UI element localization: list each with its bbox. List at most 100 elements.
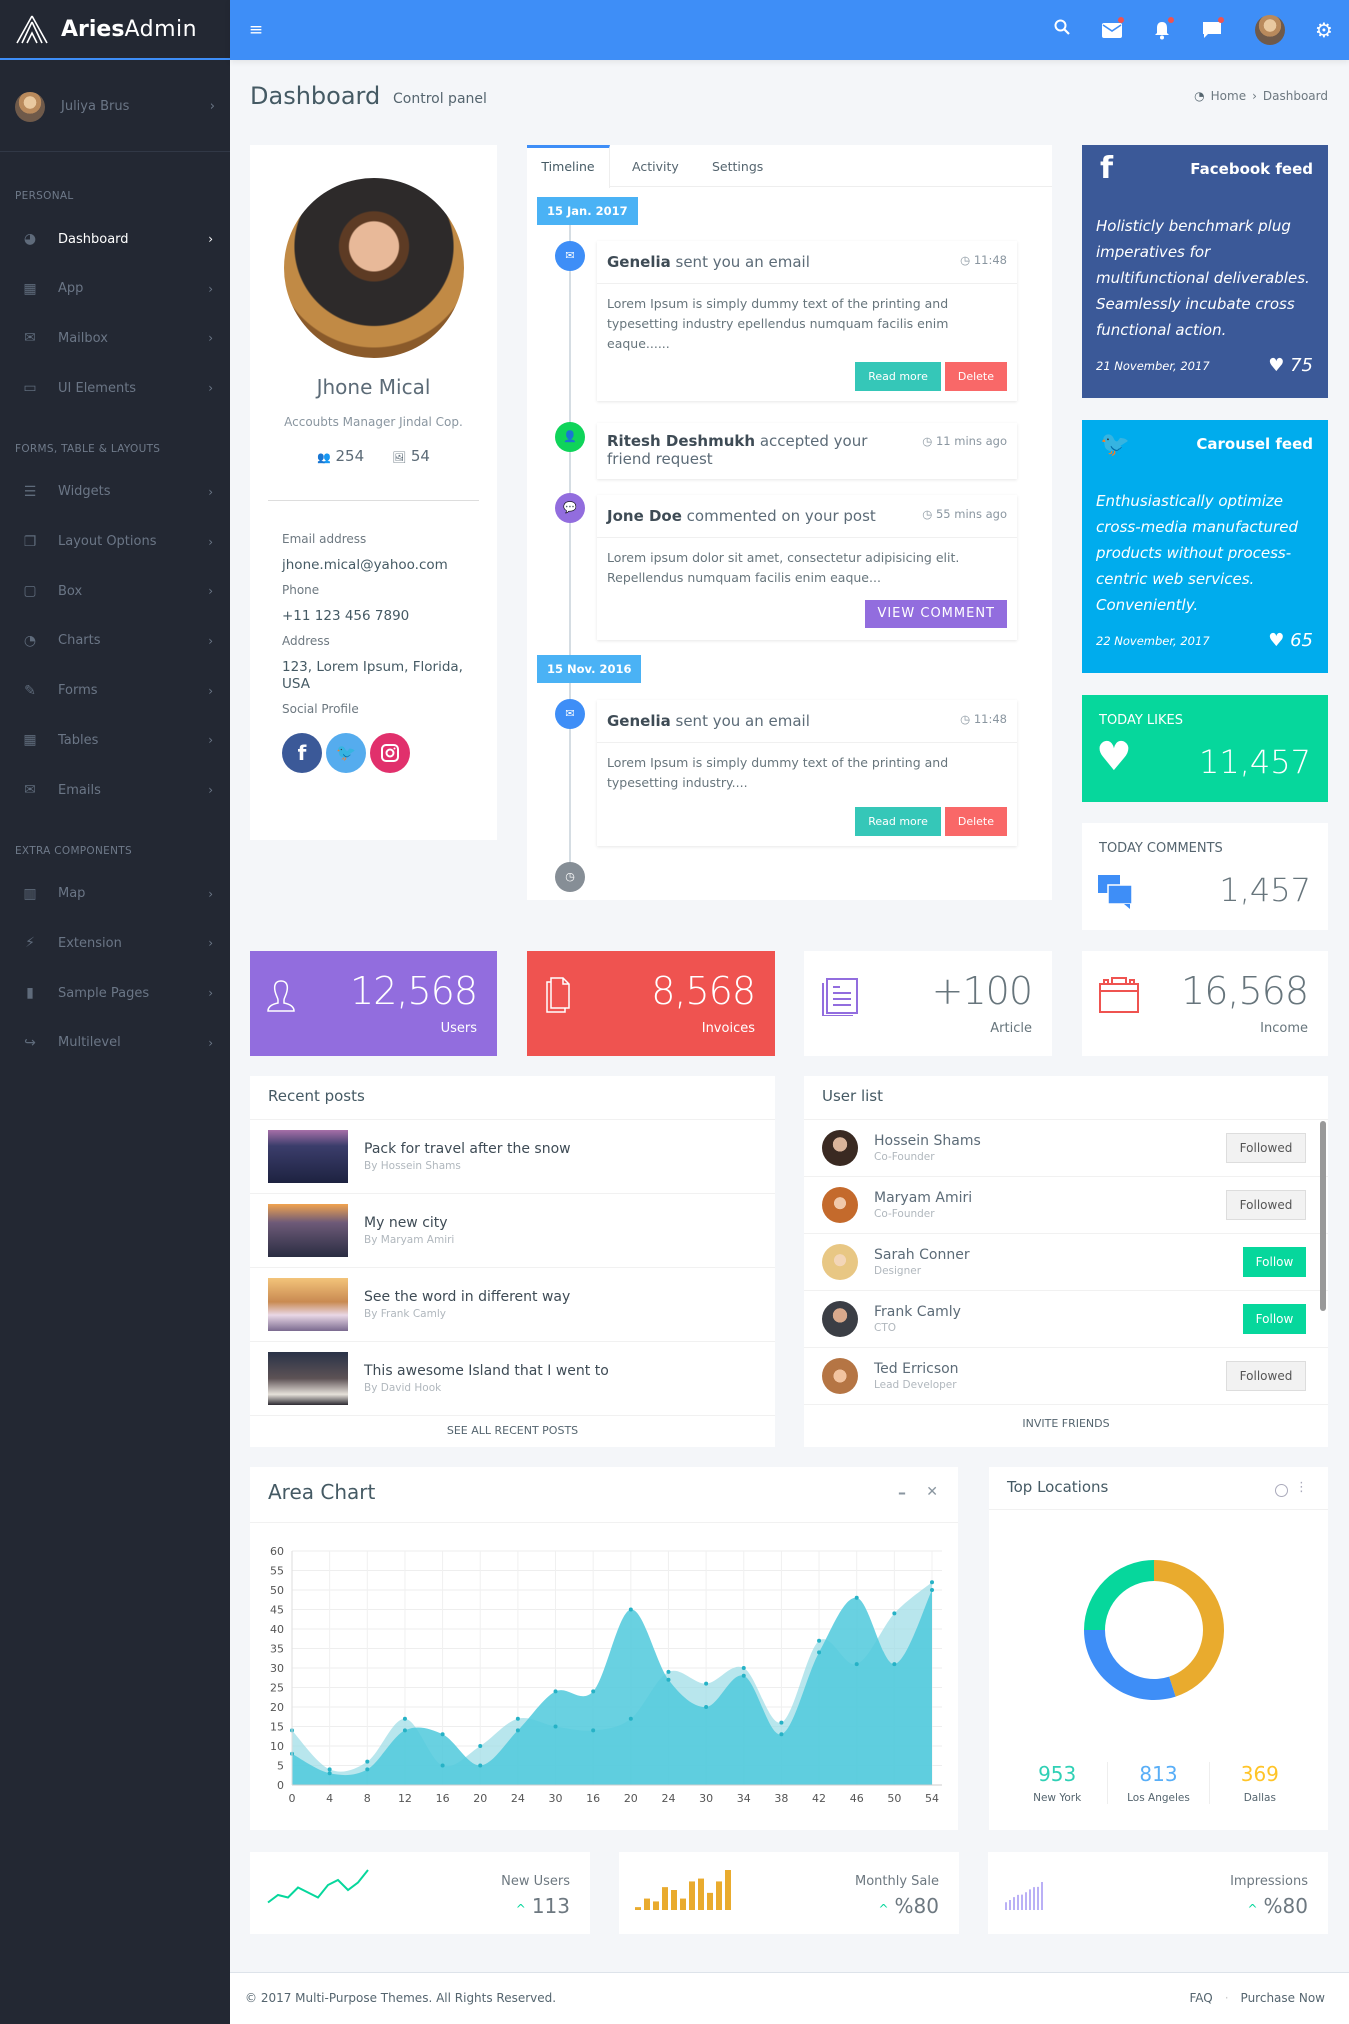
spark-bar <box>725 1870 731 1910</box>
user-list-item: Ted Erricson Lead Developer Followed <box>804 1348 1328 1404</box>
recent-post-item[interactable]: Pack for travel after the snow By Hossein… <box>250 1120 775 1194</box>
user-name[interactable]: Hossein Shams <box>874 1133 1226 1149</box>
view-comment-button[interactable]: VIEW COMMENT <box>865 600 1007 628</box>
tab-activity[interactable]: Activity <box>632 148 679 186</box>
sidebar-item-app[interactable]: ▦ App › <box>0 269 230 309</box>
sidebar-section-title: EXTRA COMPONENTS <box>15 844 132 857</box>
data-point <box>365 1767 370 1772</box>
stat-label: Invoices <box>701 1021 755 1036</box>
see-all-posts-link[interactable]: SEE ALL RECENT POSTS <box>250 1416 775 1446</box>
sidebar-item-ui-elements[interactable]: ▭ UI Elements › <box>0 368 230 408</box>
envelope-icon: ✉ <box>24 330 36 347</box>
recent-post-item[interactable]: My new city By Maryam Amiri <box>250 1194 775 1268</box>
more-vertical-icon[interactable]: ⋮ <box>1295 1480 1308 1495</box>
sidebar-item-multilevel[interactable]: ↪ Multilevel › <box>0 1023 230 1063</box>
sidebar-item-mailbox[interactable]: ✉ Mailbox › <box>0 318 230 358</box>
location-stat: 953 New York <box>1007 1762 1109 1804</box>
sidebar-item-box[interactable]: ▢ Box › <box>0 571 230 611</box>
spark-bar <box>671 1890 677 1910</box>
minimize-icon[interactable]: – <box>898 1483 906 1502</box>
stat-value: +100 <box>931 969 1033 1013</box>
user-role: Co-Founder <box>874 1208 935 1220</box>
sidebar-user[interactable]: Juliya Brus › <box>0 62 230 152</box>
location-stat: 369 Dallas <box>1210 1762 1310 1804</box>
refresh-icon[interactable] <box>1275 1484 1288 1497</box>
user-name[interactable]: Maryam Amiri <box>874 1190 1226 1206</box>
location-value: 369 <box>1240 1762 1279 1786</box>
read-more-button[interactable]: Read more <box>855 807 941 836</box>
stat-value: 12,568 <box>350 969 478 1013</box>
breadcrumb-home[interactable]: Home <box>1211 89 1246 103</box>
followed-button[interactable]: Followed <box>1226 1190 1306 1220</box>
read-more-button[interactable]: Read more <box>855 362 941 391</box>
data-point <box>779 1720 784 1725</box>
gear-icon[interactable]: ⚙ <box>1312 18 1336 42</box>
sidebar-item-widgets[interactable]: ☰ Widgets › <box>0 472 230 512</box>
sidebar-section-title: PERSONAL <box>15 190 74 202</box>
chevron-right-icon: › <box>208 986 213 1001</box>
sidebar-item-map[interactable]: ▥ Map › <box>0 874 230 914</box>
top-navbar: ≡ ⚙ <box>230 0 1349 60</box>
email-value[interactable]: jhone.mical@yahoo.com <box>282 557 472 574</box>
search-icon[interactable] <box>1050 18 1074 42</box>
followed-button[interactable]: Followed <box>1226 1133 1306 1163</box>
profile-photo <box>284 178 464 358</box>
user-name[interactable]: Sarah Conner <box>874 1247 1243 1263</box>
chat-icon[interactable] <box>1200 17 1224 42</box>
close-icon[interactable]: ✕ <box>926 1484 938 1500</box>
spark-bar <box>698 1878 704 1910</box>
data-point <box>402 1728 407 1733</box>
user-role: Lead Developer <box>874 1379 957 1391</box>
sidebar-item-charts[interactable]: ◔ Charts › <box>0 621 230 661</box>
brand-logo[interactable]: Aries Admin <box>0 0 230 60</box>
tab-timeline[interactable]: Timeline <box>527 145 610 188</box>
stat-label: Article <box>990 1021 1032 1036</box>
article-stat-card: +100 Article <box>804 951 1052 1056</box>
topbar-avatar[interactable] <box>1255 15 1285 45</box>
delete-button[interactable]: Delete <box>944 362 1007 391</box>
purchase-now-link[interactable]: Purchase Now <box>1241 1991 1325 2005</box>
timeline-item-time: ◷ 11 mins ago <box>922 434 1007 448</box>
user-name[interactable]: Frank Camly <box>874 1304 1243 1320</box>
instagram-icon[interactable] <box>370 732 410 773</box>
spark-bar <box>680 1898 686 1910</box>
sidebar-section-title: FORMS, TABLE & LAYOUTS <box>15 442 161 455</box>
faq-link[interactable]: FAQ <box>1189 1991 1212 2005</box>
sidebar-item-emails[interactable]: ✉ Emails › <box>0 770 230 810</box>
article-icon <box>822 978 858 1016</box>
brand-bold: Aries <box>61 16 125 42</box>
location-label: New York <box>1033 1792 1082 1804</box>
x-tick-label: 46 <box>850 1792 864 1805</box>
timeline-item-body: Lorem Ipsum is simply dummy text of the … <box>607 755 949 790</box>
facebook-icon[interactable]: f <box>282 732 322 773</box>
post-title[interactable]: Pack for travel after the snow <box>364 1141 571 1157</box>
hamburger-menu-icon[interactable]: ≡ <box>244 18 268 42</box>
post-title[interactable]: This awesome Island that I went to <box>364 1363 609 1379</box>
recent-post-item[interactable]: See the word in different way By Frank Ca… <box>250 1268 775 1342</box>
timeline-date-badge: 15 Nov. 2016 <box>537 655 642 683</box>
mail-icon[interactable] <box>1100 17 1124 42</box>
sidebar-item-dashboard[interactable]: ◕ Dashboard › <box>0 219 230 259</box>
post-title[interactable]: My new city <box>364 1215 454 1231</box>
data-point <box>704 1705 709 1709</box>
user-name[interactable]: Ted Erricson <box>874 1361 1226 1377</box>
delete-button[interactable]: Delete <box>944 807 1007 836</box>
invite-friends-link[interactable]: INVITE FRIENDS <box>804 1405 1328 1443</box>
tab-settings[interactable]: Settings <box>712 148 763 186</box>
mini-stat-card: New Users ^ 113 <box>250 1852 590 1934</box>
twitter-icon[interactable]: 🐦 <box>326 732 366 773</box>
sidebar-item-layout-options[interactable]: ❐ Layout Options › <box>0 522 230 562</box>
sidebar-item-sample-pages[interactable]: ▮ Sample Pages › <box>0 973 230 1013</box>
follow-button[interactable]: Follow <box>1243 1304 1306 1334</box>
bars-icon: ☰ <box>23 483 37 500</box>
sidebar-item-extension[interactable]: ⚡ Extension › <box>0 923 230 963</box>
post-title[interactable]: See the word in different way <box>364 1289 570 1305</box>
scrollbar[interactable] <box>1320 1121 1326 1311</box>
follow-button[interactable]: Follow <box>1243 1247 1306 1277</box>
recent-post-item[interactable]: This awesome Island that I went to By Dav… <box>250 1342 775 1416</box>
sidebar-item-forms[interactable]: ✎ Forms › <box>0 671 230 711</box>
mini-stat-value: ^ 113 <box>515 1894 570 1918</box>
followed-button[interactable]: Followed <box>1226 1361 1306 1391</box>
sidebar-item-tables[interactable]: ▦ Tables › <box>0 720 230 760</box>
bell-icon[interactable] <box>1150 17 1174 42</box>
